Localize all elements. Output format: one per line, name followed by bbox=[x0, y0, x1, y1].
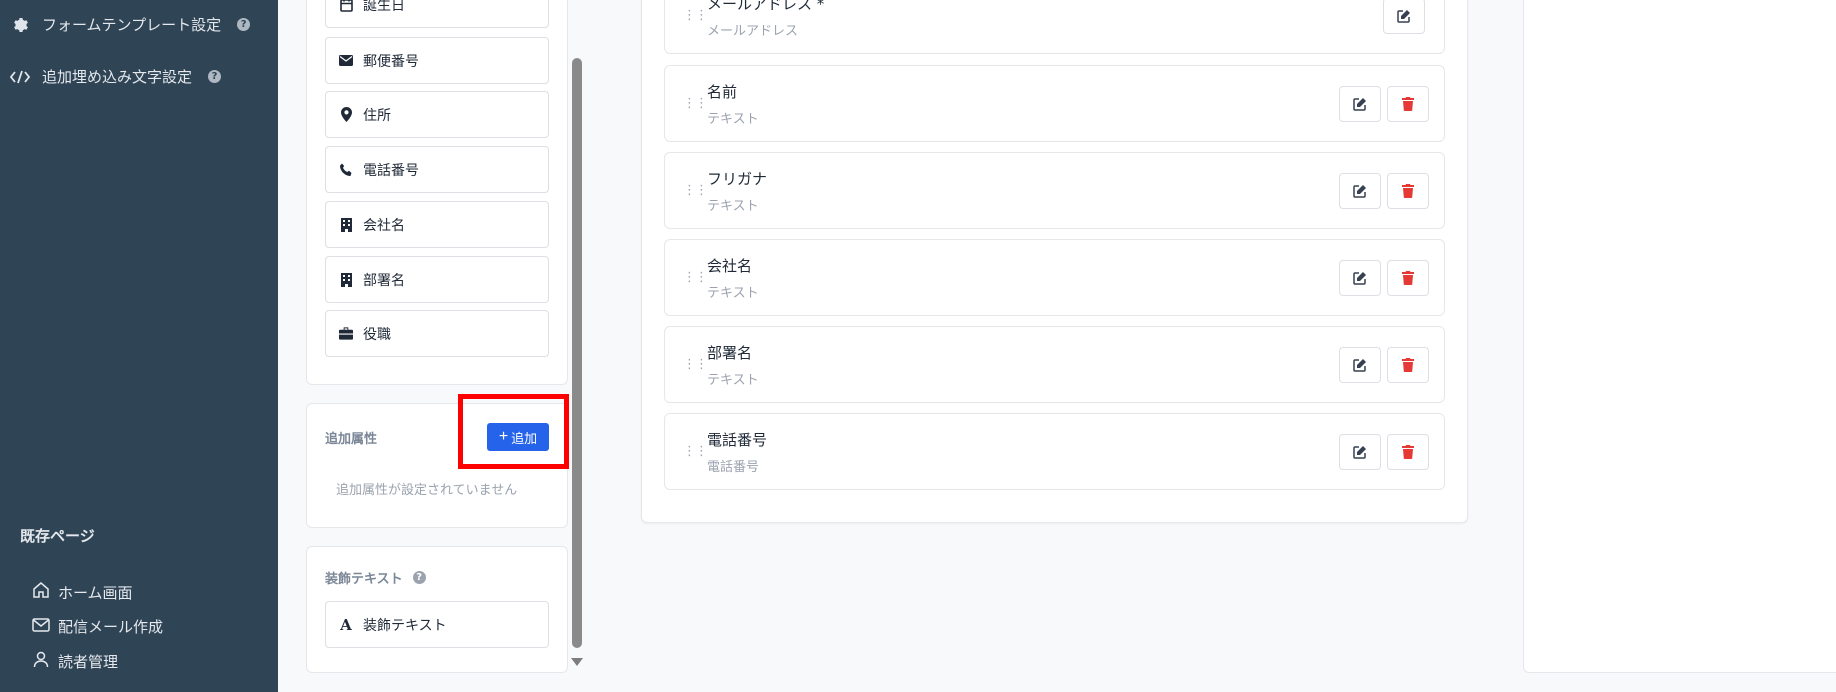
nav-item-label: 配信メール作成 bbox=[58, 618, 164, 636]
extra-attributes-empty-message: 追加属性が設定されていません bbox=[336, 483, 518, 498]
help-icon[interactable]: ? bbox=[412, 571, 426, 584]
trash-icon bbox=[1402, 97, 1414, 111]
field-address[interactable]: 住所 bbox=[325, 91, 549, 138]
trash-icon bbox=[1402, 271, 1414, 285]
edit-icon bbox=[1353, 446, 1366, 459]
delete-button[interactable] bbox=[1387, 173, 1429, 209]
edit-button[interactable] bbox=[1339, 260, 1381, 296]
sidebar-item-label: 追加埋め込み文字設定 bbox=[42, 68, 193, 86]
building-icon bbox=[339, 272, 353, 287]
code-icon bbox=[10, 70, 30, 84]
highlight-box bbox=[458, 394, 569, 469]
drag-handle-icon[interactable]: ⋮⋮ bbox=[683, 96, 708, 111]
briefcase-icon bbox=[339, 327, 353, 340]
form-row-type: テキスト bbox=[707, 373, 759, 388]
calendar-icon bbox=[339, 0, 353, 12]
form-row-label: フリガナ bbox=[707, 170, 768, 188]
home-icon bbox=[32, 581, 50, 603]
edit-icon bbox=[1353, 98, 1366, 111]
map-pin-icon bbox=[339, 107, 353, 122]
form-row[interactable]: ⋮⋮ 電話番号 電話番号 bbox=[664, 413, 1445, 490]
edit-icon bbox=[1397, 10, 1410, 23]
form-row-label: 会社名 bbox=[707, 257, 753, 275]
decoration-text-title-row: 装飾テキスト ? bbox=[325, 568, 426, 587]
nav-item-home[interactable]: ホーム画面 bbox=[32, 581, 133, 603]
edit-button[interactable] bbox=[1383, 0, 1425, 34]
font-icon: A bbox=[340, 615, 352, 634]
delete-button[interactable] bbox=[1387, 86, 1429, 122]
form-row[interactable]: ⋮⋮ 名前 テキスト bbox=[664, 65, 1445, 142]
edit-button[interactable] bbox=[1339, 434, 1381, 470]
edit-button[interactable] bbox=[1339, 347, 1381, 383]
drag-handle-icon[interactable]: ⋮⋮ bbox=[683, 183, 708, 198]
mail-icon bbox=[32, 617, 50, 637]
form-row-label: 電話番号 bbox=[707, 431, 768, 449]
extra-attributes-title: 追加属性 bbox=[325, 432, 378, 447]
form-row-label: 部署名 bbox=[707, 344, 753, 362]
form-row[interactable]: ⋮⋮ 部署名 テキスト bbox=[664, 326, 1445, 403]
field-company-name[interactable]: 会社名 bbox=[325, 201, 549, 248]
form-row-type: テキスト bbox=[707, 199, 759, 214]
help-icon[interactable]: ? bbox=[237, 18, 251, 31]
edit-icon bbox=[1353, 272, 1366, 285]
field-label: 装飾テキスト bbox=[363, 617, 447, 634]
decoration-text-title: 装飾テキスト bbox=[325, 572, 403, 587]
envelope-icon bbox=[339, 55, 353, 66]
delete-button[interactable] bbox=[1387, 347, 1429, 383]
gear-icon bbox=[10, 17, 30, 33]
field-label: 誕生日 bbox=[363, 0, 405, 14]
edit-icon bbox=[1353, 359, 1366, 372]
form-row[interactable]: ⋮⋮ メールアドレス * メールアドレス bbox=[664, 0, 1445, 54]
field-postal-code[interactable]: 郵便番号 bbox=[325, 37, 549, 84]
drag-handle-icon[interactable]: ⋮⋮ bbox=[683, 444, 708, 459]
field-birthday[interactable]: 誕生日 bbox=[325, 0, 549, 28]
field-decoration-text[interactable]: A 装飾テキスト bbox=[325, 601, 549, 648]
help-icon[interactable]: ? bbox=[208, 70, 222, 83]
delete-button[interactable] bbox=[1387, 260, 1429, 296]
field-label: 部署名 bbox=[363, 272, 405, 289]
scroll-down-arrow[interactable] bbox=[571, 658, 583, 666]
trash-icon bbox=[1402, 184, 1414, 198]
form-row[interactable]: ⋮⋮ 会社名 テキスト bbox=[664, 239, 1445, 316]
field-label: 会社名 bbox=[363, 217, 405, 234]
sidebar: フォームテンプレート設定 ? 追加埋め込み文字設定 ? 既存ページ ホーム画面 … bbox=[0, 0, 278, 692]
field-department[interactable]: 部署名 bbox=[325, 256, 549, 303]
trash-icon bbox=[1402, 445, 1414, 459]
phone-icon bbox=[339, 163, 353, 177]
sidebar-item-extra-embed-text-settings[interactable]: 追加埋め込み文字設定 ? bbox=[10, 66, 222, 87]
nav-item-label: ホーム画面 bbox=[58, 583, 133, 602]
edit-icon bbox=[1353, 185, 1366, 198]
building-icon bbox=[339, 217, 353, 232]
nav-item-label: 読者管理 bbox=[58, 652, 119, 671]
field-label: 郵便番号 bbox=[363, 53, 419, 70]
drag-handle-icon[interactable]: ⋮⋮ bbox=[683, 270, 708, 285]
sidebar-item-form-template-settings[interactable]: フォームテンプレート設定 ? bbox=[10, 14, 251, 35]
form-row[interactable]: ⋮⋮ フリガナ テキスト bbox=[664, 152, 1445, 229]
field-position[interactable]: 役職 bbox=[325, 310, 549, 357]
trash-icon bbox=[1402, 358, 1414, 372]
field-label: 電話番号 bbox=[363, 162, 419, 179]
drag-handle-icon[interactable]: ⋮⋮ bbox=[683, 357, 708, 372]
field-label: 住所 bbox=[363, 107, 391, 124]
existing-pages-title: 既存ページ bbox=[20, 527, 95, 545]
nav-item-create-mail[interactable]: 配信メール作成 bbox=[32, 616, 163, 637]
properties-panel bbox=[1523, 0, 1836, 673]
form-row-type: テキスト bbox=[707, 112, 759, 127]
field-label: 役職 bbox=[363, 326, 391, 343]
sidebar-item-label: フォームテンプレート設定 bbox=[42, 16, 222, 34]
form-row-type: メールアドレス bbox=[707, 24, 799, 39]
drag-handle-icon[interactable]: ⋮⋮ bbox=[683, 8, 708, 23]
form-row-type: 電話番号 bbox=[707, 460, 760, 475]
form-row-label: 名前 bbox=[707, 83, 738, 101]
nav-item-reader-management[interactable]: 読者管理 bbox=[32, 650, 118, 672]
user-icon bbox=[32, 650, 50, 672]
delete-button[interactable] bbox=[1387, 434, 1429, 470]
form-row-type: テキスト bbox=[707, 286, 759, 301]
scrollbar-thumb[interactable] bbox=[572, 58, 582, 648]
form-row-label: メールアドレス * bbox=[707, 0, 825, 13]
edit-button[interactable] bbox=[1339, 173, 1381, 209]
edit-button[interactable] bbox=[1339, 86, 1381, 122]
field-phone[interactable]: 電話番号 bbox=[325, 146, 549, 193]
